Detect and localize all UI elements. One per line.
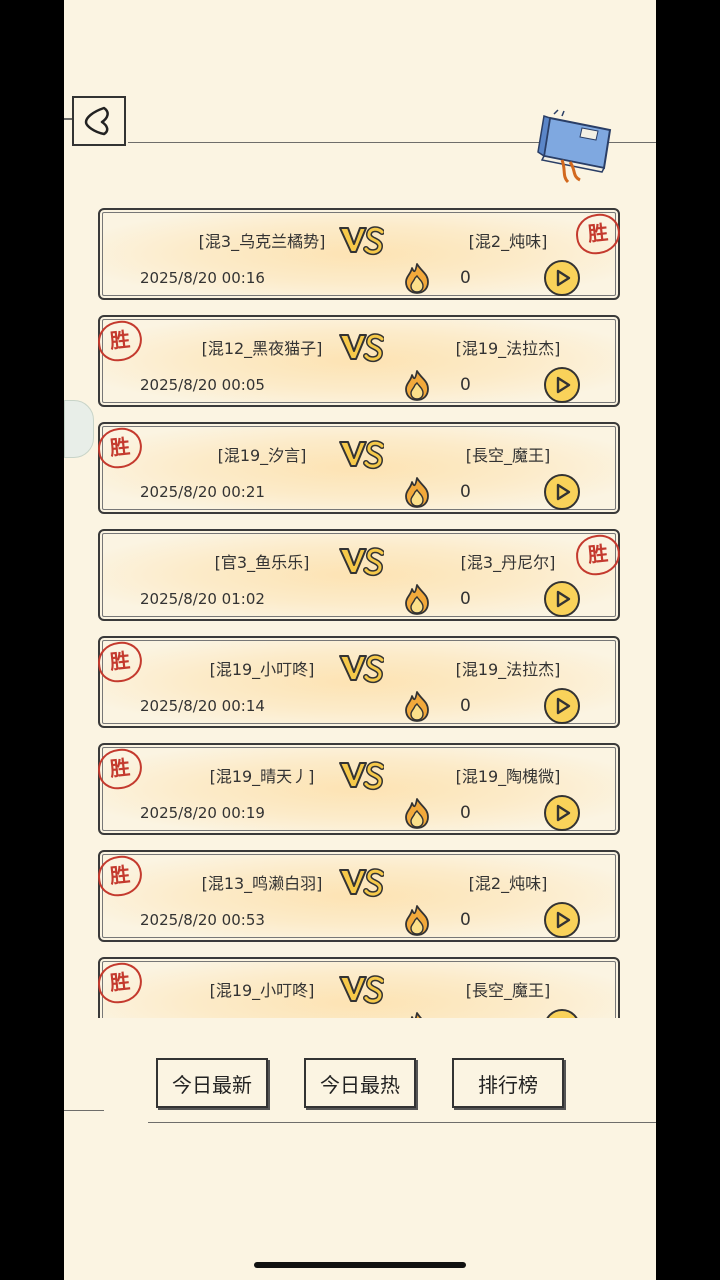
- match-date: 2025/8/20 00:16: [140, 269, 265, 287]
- vs-icon: [339, 440, 384, 470]
- play-replay-button[interactable]: [544, 902, 580, 938]
- fire-icon: [405, 370, 429, 401]
- player1-name: [混13_鸣濑白羽]: [201, 874, 323, 893]
- match-date: 2025/8/20 00:53: [140, 911, 265, 929]
- player2-name: [混2_炖味]: [468, 232, 548, 251]
- player1-name: [混12_黑夜猫子]: [201, 339, 323, 358]
- play-icon: [556, 804, 571, 822]
- match-date: 2025/8/20 00:05: [140, 376, 265, 394]
- book-scroll-icon[interactable]: [532, 108, 626, 184]
- side-floating-tab[interactable]: [64, 400, 94, 458]
- player2-name: [混19_法拉杰]: [455, 660, 561, 679]
- play-icon: [546, 1011, 578, 1018]
- player2-name: [混3_丹尼尔]: [460, 553, 556, 572]
- match-card[interactable]: 胜 [官3_鱼乐乐] [混3_丹尼尔] 2025/8/20 01:02 0: [98, 529, 622, 621]
- vs-icon: [339, 761, 384, 791]
- vs-icon: [339, 547, 384, 577]
- play-replay-button[interactable]: [544, 795, 580, 831]
- play-replay-button[interactable]: [544, 260, 580, 296]
- player2-name: [長空_魔王]: [465, 981, 551, 1000]
- match-date: 2025/8/20 00:21: [140, 483, 265, 501]
- vs-icon: [339, 654, 384, 684]
- match-card[interactable]: 胜 [混19_小叮咚] [混19_法拉杰] 2025/8/20 00:14 0: [98, 636, 620, 728]
- player2-name: [混19_陶槐微]: [455, 767, 561, 786]
- match-date: 2025/8/20 01:02: [140, 590, 265, 608]
- heat-count: 0: [460, 910, 471, 930]
- player1-name: [混19_晴天丿]: [209, 767, 315, 786]
- match-card[interactable]: 胜 [混19_小叮咚] [長空_魔王]: [98, 957, 620, 1018]
- match-card[interactable]: 胜 [混19_汐言] [長空_魔王] 2025/8/20 00:21 0: [98, 422, 620, 514]
- play-replay-button[interactable]: [544, 367, 580, 403]
- fire-icon: [405, 798, 429, 829]
- play-icon: [556, 376, 571, 394]
- vs-icon: [339, 868, 384, 898]
- play-replay-button[interactable]: [544, 688, 580, 724]
- bottom-tab-bar: 今日最新 今日最热 排行榜: [64, 1058, 656, 1118]
- player1-name: [混19_汐言]: [217, 446, 307, 465]
- tab-today-hottest[interactable]: 今日最热: [304, 1058, 416, 1108]
- winner-seal: 胜: [574, 211, 622, 257]
- match-date: 2025/8/20 00:19: [140, 804, 265, 822]
- home-indicator: [254, 1262, 466, 1268]
- play-replay-button[interactable]: [544, 474, 580, 510]
- match-card[interactable]: 胜 [混13_鸣濑白羽] [混2_炖味] 2025/8/20 00:53 0: [98, 850, 620, 942]
- vs-icon: [339, 333, 384, 363]
- fire-icon: [405, 584, 429, 615]
- play-icon: [556, 590, 571, 608]
- player1-name: [混19_小叮咚]: [209, 660, 315, 679]
- heat-count: 0: [460, 482, 471, 502]
- heat-count: 0: [460, 375, 471, 395]
- play-icon: [556, 697, 571, 715]
- winner-seal: 胜: [98, 318, 144, 364]
- fire-icon: [405, 691, 429, 722]
- winner-seal: 胜: [574, 532, 622, 578]
- match-card[interactable]: 胜 [混19_晴天丿] [混19_陶槐微] 2025/8/20 00:19 0: [98, 743, 620, 835]
- fire-icon: [405, 477, 429, 508]
- chevron-left-icon: [84, 106, 109, 136]
- winner-seal: 胜: [98, 425, 144, 471]
- play-icon: [556, 269, 571, 287]
- heat-count: 0: [460, 803, 471, 823]
- match-date: 2025/8/20 00:14: [140, 697, 265, 715]
- player1-name: [混19_小叮咚]: [209, 981, 315, 1000]
- heat-count: 0: [460, 268, 471, 288]
- bottom-divider: [148, 1122, 656, 1123]
- fire-icon: [405, 263, 429, 294]
- winner-seal: 胜: [98, 639, 144, 685]
- fire-icon: [410, 1012, 422, 1018]
- app-screen: 胜 [混3_乌克兰橘势] [混2_炖味] 2025/8/20 00:16 0 胜 [混12_…: [64, 0, 656, 1280]
- tab-today-newest[interactable]: 今日最新: [156, 1058, 268, 1108]
- player1-name: [混3_乌克兰橘势]: [198, 232, 326, 251]
- heat-count: 0: [460, 696, 471, 716]
- player2-name: [混19_法拉杰]: [455, 339, 561, 358]
- vs-icon: [339, 975, 384, 1005]
- winner-seal: 胜: [98, 960, 144, 1006]
- player1-name: [官3_鱼乐乐]: [214, 553, 310, 572]
- match-list[interactable]: 胜 [混3_乌克兰橘势] [混2_炖味] 2025/8/20 00:16 0 胜 [混12_…: [98, 206, 622, 1018]
- heat-count: 0: [460, 589, 471, 609]
- player2-name: [長空_魔王]: [465, 446, 551, 465]
- back-button[interactable]: [72, 96, 126, 146]
- play-icon: [556, 911, 571, 929]
- vs-icon: [339, 226, 384, 256]
- player2-name: [混2_炖味]: [468, 874, 548, 893]
- play-replay-button[interactable]: [544, 581, 580, 617]
- winner-seal: 胜: [98, 746, 144, 792]
- winner-seal: 胜: [98, 853, 144, 899]
- match-card[interactable]: 胜 [混12_黑夜猫子] [混19_法拉杰] 2025/8/20 00:05 0: [98, 315, 620, 407]
- fire-icon: [405, 905, 429, 936]
- match-card[interactable]: 胜 [混3_乌克兰橘势] [混2_炖味] 2025/8/20 00:16 0: [98, 208, 622, 300]
- play-replay-button[interactable]: [544, 1009, 580, 1018]
- play-icon: [556, 483, 571, 501]
- tab-leaderboard[interactable]: 排行榜: [452, 1058, 564, 1108]
